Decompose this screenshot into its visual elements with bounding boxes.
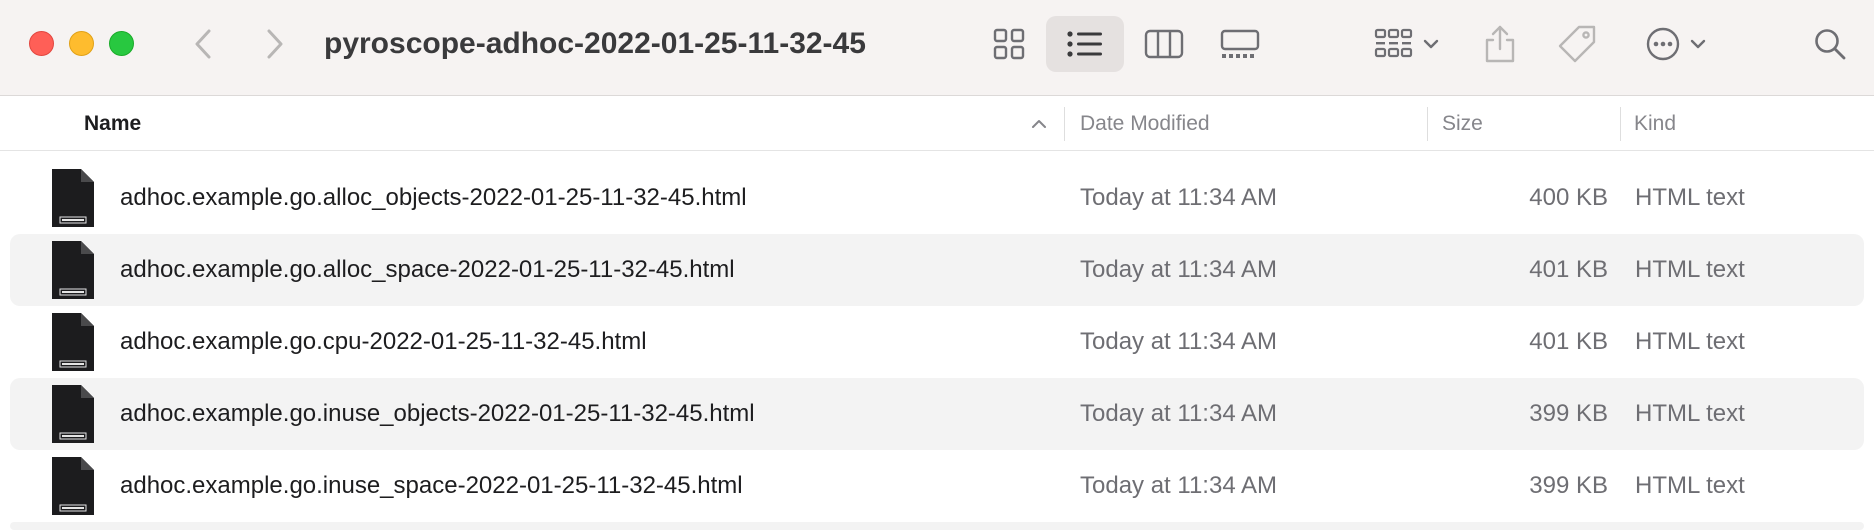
html-file-icon xyxy=(52,169,94,227)
column-header-bar: Name Date Modified Size Kind xyxy=(0,97,1874,151)
file-size: 401 KB xyxy=(1529,328,1608,355)
file-kind: HTML text xyxy=(1635,400,1745,427)
column-view-icon xyxy=(1144,29,1184,59)
zoom-window-button[interactable] xyxy=(109,31,134,56)
file-row[interactable]: adhoc.example.go.inuse_space-2022-01-25-… xyxy=(0,450,1874,522)
minimize-window-button[interactable] xyxy=(69,31,94,56)
chevron-right-icon xyxy=(267,29,283,59)
file-size: 399 KB xyxy=(1529,472,1608,499)
gallery-view-icon xyxy=(1220,29,1260,58)
group-icon xyxy=(1374,28,1413,58)
column-divider[interactable] xyxy=(1427,107,1428,141)
file-date-modified: Today at 11:34 AM xyxy=(1080,328,1278,355)
file-date-modified: Today at 11:34 AM xyxy=(1080,400,1278,427)
search-button[interactable] xyxy=(1808,22,1852,66)
window-title: pyroscope-adhoc-2022-01-25-11-32-45 xyxy=(324,27,866,60)
group-button[interactable] xyxy=(1368,18,1446,70)
file-name: adhoc.example.go.inuse_space-2022-01-25-… xyxy=(120,472,743,499)
html-file-icon xyxy=(52,385,94,443)
column-view-button[interactable] xyxy=(1140,20,1188,68)
list-view-icon xyxy=(1067,31,1102,57)
file-row[interactable]: adhoc.example.go.alloc_objects-2022-01-2… xyxy=(0,162,1874,234)
file-date-modified: Today at 11:34 AM xyxy=(1080,184,1278,211)
share-icon xyxy=(1485,25,1515,63)
file-row[interactable]: adhoc.example.go.alloc_space-2022-01-25-… xyxy=(0,234,1874,306)
close-window-button[interactable] xyxy=(29,31,54,56)
column-divider[interactable] xyxy=(1064,107,1065,141)
search-icon xyxy=(1815,29,1846,60)
back-button[interactable] xyxy=(186,22,220,66)
file-row[interactable]: adhoc.example.go.cpu-2022-01-25-11-32-45… xyxy=(0,306,1874,378)
file-name: adhoc.example.go.alloc_space-2022-01-25-… xyxy=(120,256,735,283)
chevron-left-icon xyxy=(195,29,211,59)
html-file-icon xyxy=(52,457,94,515)
file-date-modified: Today at 11:34 AM xyxy=(1080,256,1278,283)
file-size: 401 KB xyxy=(1529,256,1608,283)
forward-button[interactable] xyxy=(258,22,292,66)
tag-button[interactable] xyxy=(1554,20,1600,68)
chevron-down-icon xyxy=(1423,39,1439,49)
file-kind: HTML text xyxy=(1635,328,1745,355)
share-button[interactable] xyxy=(1480,18,1520,70)
file-kind: HTML text xyxy=(1635,472,1745,499)
column-header-size[interactable]: Size xyxy=(1442,97,1483,151)
list-view-button[interactable] xyxy=(1046,16,1124,72)
file-row[interactable]: adhoc.example.go.inuse_objects-2022-01-2… xyxy=(0,378,1874,450)
html-file-icon xyxy=(52,313,94,371)
action-menu-button[interactable] xyxy=(1636,18,1716,70)
sort-ascending-icon xyxy=(1032,120,1046,128)
column-divider[interactable] xyxy=(1620,107,1621,141)
chevron-down-icon xyxy=(1690,39,1706,49)
ellipsis-circle-icon xyxy=(1646,27,1680,61)
html-file-icon xyxy=(52,241,94,299)
toolbar: pyroscope-adhoc-2022-01-25-11-32-45 xyxy=(0,0,1874,96)
file-date-modified: Today at 11:34 AM xyxy=(1080,472,1278,499)
gallery-view-button[interactable] xyxy=(1214,20,1266,68)
file-kind: HTML text xyxy=(1635,184,1745,211)
file-list: adhoc.example.go.alloc_objects-2022-01-2… xyxy=(0,162,1874,530)
tag-icon xyxy=(1558,25,1596,63)
icon-view-button[interactable] xyxy=(986,20,1032,68)
file-size: 400 KB xyxy=(1529,184,1608,211)
file-row-partial xyxy=(0,522,1874,530)
grid-view-icon xyxy=(993,28,1025,60)
file-name: adhoc.example.go.cpu-2022-01-25-11-32-45… xyxy=(120,328,647,355)
column-header-name[interactable]: Name xyxy=(84,97,141,151)
file-name: adhoc.example.go.inuse_objects-2022-01-2… xyxy=(120,400,755,427)
file-kind: HTML text xyxy=(1635,256,1745,283)
file-name: adhoc.example.go.alloc_objects-2022-01-2… xyxy=(120,184,747,211)
file-size: 399 KB xyxy=(1529,400,1608,427)
column-header-kind[interactable]: Kind xyxy=(1634,97,1676,151)
column-header-date-modified[interactable]: Date Modified xyxy=(1080,97,1210,151)
